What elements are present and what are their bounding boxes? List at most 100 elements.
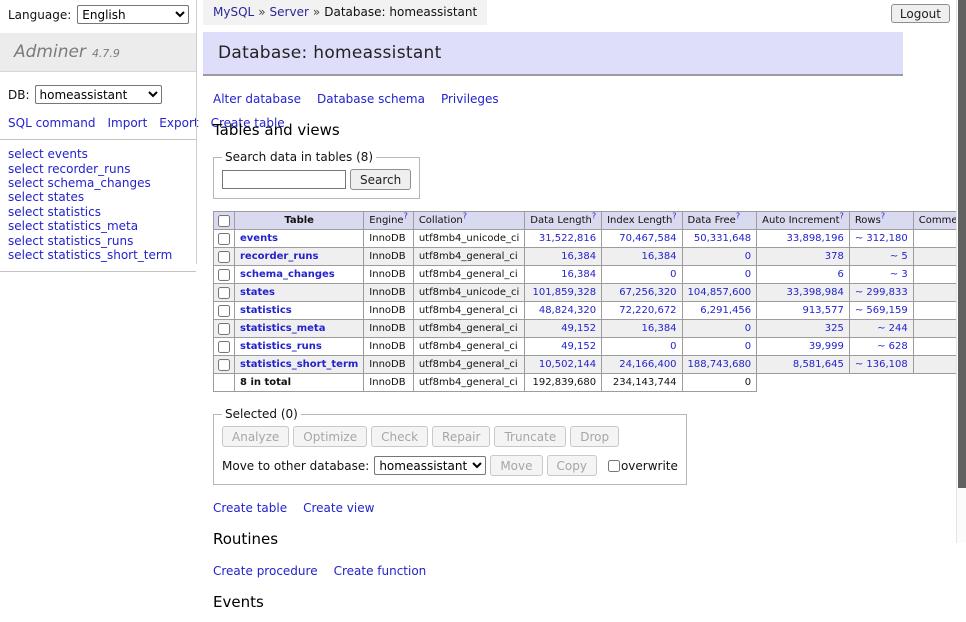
select-all-checkbox[interactable]: [218, 215, 230, 227]
cell-auto-increment-link[interactable]: 913,577: [802, 305, 843, 316]
link-privileges[interactable]: Privileges: [441, 92, 499, 106]
cell-auto-increment-link[interactable]: 8,581,645: [793, 359, 844, 370]
link-alter-database[interactable]: Alter database: [213, 92, 301, 106]
search-input[interactable]: [222, 170, 346, 189]
row-checkbox[interactable]: [218, 251, 230, 263]
link-select-statistics[interactable]: select statistics: [8, 205, 196, 219]
button-truncate[interactable]: Truncate: [494, 426, 566, 447]
help-link-rows[interactable]: ?: [881, 212, 885, 221]
cell-data-free-link[interactable]: 0: [745, 251, 751, 262]
cell-auto-increment-link[interactable]: 39,999: [809, 341, 844, 352]
cell-index-length-link[interactable]: 0: [670, 269, 676, 280]
help-link-engine[interactable]: ?: [404, 212, 408, 221]
vertical-scrollbar[interactable]: [956, 0, 966, 543]
cell-data-free-link[interactable]: 6,291,456: [700, 305, 751, 316]
cell-data-free-link[interactable]: 104,857,600: [688, 287, 752, 298]
link-create-view[interactable]: Create view: [303, 501, 374, 515]
row-checkbox[interactable]: [218, 233, 230, 245]
button-check[interactable]: Check: [371, 426, 428, 447]
row-checkbox[interactable]: [218, 287, 230, 299]
cell-data-length-link[interactable]: 16,384: [561, 251, 596, 262]
cell-index-length-link[interactable]: 72,220,672: [619, 305, 676, 316]
link-create-procedure[interactable]: Create procedure: [213, 564, 318, 578]
cell-data-length-link[interactable]: 31,522,816: [539, 233, 596, 244]
table-link-states[interactable]: states: [240, 287, 275, 298]
cell-auto-increment-link[interactable]: 6: [837, 269, 843, 280]
search-button[interactable]: Search: [350, 169, 411, 190]
help-link-data-free[interactable]: ?: [736, 212, 740, 221]
table-link-statistics-short-term[interactable]: statistics_short_term: [240, 359, 358, 370]
table-link-statistics-runs[interactable]: statistics_runs: [240, 341, 322, 352]
cell-index-length-link[interactable]: 16,384: [642, 323, 677, 334]
move-db-select[interactable]: homeassistant: [374, 456, 486, 475]
db-select[interactable]: homeassistant: [35, 85, 162, 104]
breadcrumb-link-server[interactable]: Server: [270, 5, 309, 19]
table-link-events[interactable]: events: [240, 233, 278, 244]
link-select-schema-changes[interactable]: select schema_changes: [8, 176, 196, 190]
cell-rows-link[interactable]: ~ 628: [877, 341, 908, 352]
copy-button[interactable]: Copy: [547, 455, 597, 476]
row-checkbox[interactable]: [218, 323, 230, 335]
button-analyze[interactable]: Analyze: [222, 426, 289, 447]
cell-rows-link[interactable]: ~ 5: [890, 251, 908, 262]
cell-auto-increment-link[interactable]: 378: [825, 251, 844, 262]
cell-index-length-link[interactable]: 16,384: [642, 251, 677, 262]
scrollbar-thumb[interactable]: [958, 0, 966, 488]
link-select-events[interactable]: select events: [8, 147, 196, 161]
cell-rows-link[interactable]: ~ 569,159: [855, 305, 908, 316]
overwrite-checkbox[interactable]: [608, 460, 620, 472]
cell-data-free-link[interactable]: 50,331,648: [694, 233, 751, 244]
cell-rows-link[interactable]: ~ 136,108: [855, 359, 908, 370]
cell-rows-link[interactable]: ~ 299,833: [855, 287, 908, 298]
link-select-statistics-short-term[interactable]: select statistics_short_term: [8, 248, 196, 262]
cell-index-length-link[interactable]: 67,256,320: [619, 287, 676, 298]
cell-rows-link[interactable]: ~ 312,180: [855, 233, 908, 244]
link-export[interactable]: Export: [159, 116, 198, 130]
cell-auto-increment-link[interactable]: 325: [825, 323, 844, 334]
cell-data-length-link[interactable]: 101,859,328: [532, 287, 596, 298]
cell-data-free-link[interactable]: 0: [745, 269, 751, 280]
row-checkbox[interactable]: [218, 359, 230, 371]
move-button[interactable]: Move: [490, 455, 542, 476]
table-link-recorder-runs[interactable]: recorder_runs: [240, 251, 318, 262]
cell-data-length-link[interactable]: 10,502,144: [539, 359, 596, 370]
link-select-statistics-meta[interactable]: select statistics_meta: [8, 219, 196, 233]
cell-auto-increment-link[interactable]: 33,398,984: [787, 287, 844, 298]
cell-data-length-link[interactable]: 48,824,320: [539, 305, 596, 316]
cell-data-free-link[interactable]: 0: [745, 341, 751, 352]
link-create-table[interactable]: Create table: [213, 501, 287, 515]
help-link-data-length[interactable]: ?: [592, 212, 596, 221]
help-link-index-length[interactable]: ?: [672, 212, 676, 221]
cell-data-length-link[interactable]: 49,152: [561, 323, 596, 334]
table-link-statistics[interactable]: statistics: [240, 305, 292, 316]
row-checkbox[interactable]: [218, 341, 230, 353]
cell-data-length-link[interactable]: 16,384: [561, 269, 596, 280]
cell-data-length-link[interactable]: 49,152: [561, 341, 596, 352]
cell-index-length-link[interactable]: 0: [670, 341, 676, 352]
cell-data-free-link[interactable]: 188,743,680: [688, 359, 752, 370]
link-select-recorder-runs[interactable]: select recorder_runs: [8, 162, 196, 176]
cell-data-free-link[interactable]: 0: [745, 323, 751, 334]
cell-rows-link[interactable]: ~ 244: [877, 323, 908, 334]
table-link-statistics-meta[interactable]: statistics_meta: [240, 323, 325, 334]
language-select[interactable]: English: [77, 5, 189, 24]
breadcrumb-link-mysql[interactable]: MySQL: [213, 5, 254, 19]
row-checkbox[interactable]: [218, 269, 230, 281]
cell-index-length-link[interactable]: 24,166,400: [619, 359, 676, 370]
row-checkbox[interactable]: [218, 305, 230, 317]
link-create-function[interactable]: Create function: [334, 564, 427, 578]
link-sql-command[interactable]: SQL command: [8, 116, 95, 130]
help-link-auto-increment[interactable]: ?: [840, 212, 844, 221]
help-link-collation[interactable]: ?: [463, 212, 467, 221]
cell-auto-increment-link[interactable]: 33,898,196: [787, 233, 844, 244]
link-select-states[interactable]: select states: [8, 190, 196, 204]
button-repair[interactable]: Repair: [432, 426, 490, 447]
button-optimize[interactable]: Optimize: [293, 426, 367, 447]
cell-index-length-link[interactable]: 70,467,584: [619, 233, 676, 244]
link-import[interactable]: Import: [107, 116, 147, 130]
button-drop[interactable]: Drop: [570, 426, 619, 447]
cell-rows-link[interactable]: ~ 3: [890, 269, 908, 280]
link-select-statistics-runs[interactable]: select statistics_runs: [8, 234, 196, 248]
link-database-schema[interactable]: Database schema: [317, 92, 425, 106]
table-link-schema-changes[interactable]: schema_changes: [240, 269, 335, 280]
